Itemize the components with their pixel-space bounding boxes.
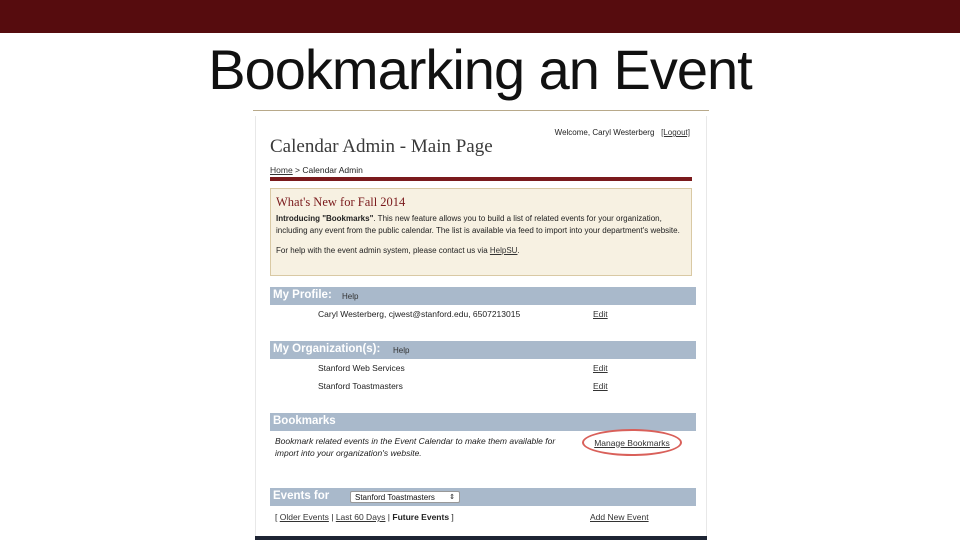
last-60-days-link[interactable]: Last 60 Days [336, 512, 386, 522]
breadcrumb-separator: > [292, 165, 303, 175]
profile-section-title: My Profile: [273, 289, 332, 301]
calendar-admin-screenshot: Welcome, Caryl Westerberg [Logout] Calen… [255, 116, 707, 540]
events-filter-nav: [ Older Events | Last 60 Days | Future E… [275, 512, 454, 522]
manage-bookmarks-label: Manage Bookmarks [594, 437, 670, 448]
welcome-text: Welcome, Caryl Westerberg [554, 128, 655, 137]
organization-edit-link[interactable]: Edit [593, 381, 608, 391]
nav-separator: | [328, 512, 336, 522]
future-events-current: Future Events [392, 512, 450, 522]
nav-bracket-close: ] [449, 512, 454, 522]
select-arrows-icon: ⇕ [449, 494, 455, 501]
screenshot-bottom-edge [255, 536, 707, 540]
add-new-event-link[interactable]: Add New Event [590, 512, 649, 522]
whats-new-help-end: . [517, 246, 520, 255]
organizations-help-link[interactable]: Help [393, 346, 409, 355]
profile-info: Caryl Westerberg, cjwest@stanford.edu, 6… [318, 309, 521, 319]
bookmarks-section-title: Bookmarks [273, 415, 336, 427]
title-divider [253, 110, 709, 111]
profile-section-header: My Profile: Help [270, 287, 696, 305]
whats-new-help: For help with the event admin system, pl… [276, 245, 686, 257]
whats-new-help-text: For help with the event admin system, pl… [276, 246, 490, 255]
organizations-section-header: My Organization(s): Help [270, 341, 696, 359]
profile-help-link[interactable]: Help [342, 292, 358, 301]
organization-edit-link[interactable]: Edit [593, 363, 608, 373]
slide-top-bar [0, 0, 960, 33]
manage-bookmarks-button[interactable]: Manage Bookmarks [582, 429, 682, 456]
breadcrumb: Home > Calendar Admin [270, 165, 363, 175]
organization-select-value: Stanford Toastmasters [355, 492, 435, 502]
events-section-title: Events for [273, 490, 330, 502]
organization-select[interactable]: Stanford Toastmasters ⇕ [350, 491, 460, 503]
profile-edit-link[interactable]: Edit [593, 309, 608, 319]
organizations-section-title: My Organization(s): [273, 343, 381, 355]
whats-new-heading: What's New for Fall 2014 [276, 195, 406, 209]
header-divider [270, 177, 692, 181]
slide-title: Bookmarking an Event [208, 38, 752, 101]
events-section-header: Events for Stanford Toastmasters ⇕ [270, 488, 696, 506]
breadcrumb-home-link[interactable]: Home [270, 165, 293, 175]
welcome-area: Welcome, Caryl Westerberg [Logout] [555, 128, 690, 137]
organization-name: Stanford Web Services [318, 363, 405, 373]
whats-new-intro-bold: Introducing "Bookmarks" [276, 214, 374, 223]
bookmarks-description: Bookmark related events in the Event Cal… [275, 436, 556, 458]
breadcrumb-current: Calendar Admin [302, 165, 363, 175]
helpsu-link[interactable]: HelpSU [490, 246, 518, 255]
organization-name: Stanford Toastmasters [318, 381, 403, 391]
whats-new-panel: What's New for Fall 2014 Introducing "Bo… [270, 188, 692, 276]
whats-new-intro: Introducing "Bookmarks". This new featur… [276, 213, 686, 237]
logout-link[interactable]: [Logout] [661, 128, 690, 137]
page-title: Calendar Admin - Main Page [270, 136, 493, 157]
older-events-link[interactable]: Older Events [280, 512, 329, 522]
